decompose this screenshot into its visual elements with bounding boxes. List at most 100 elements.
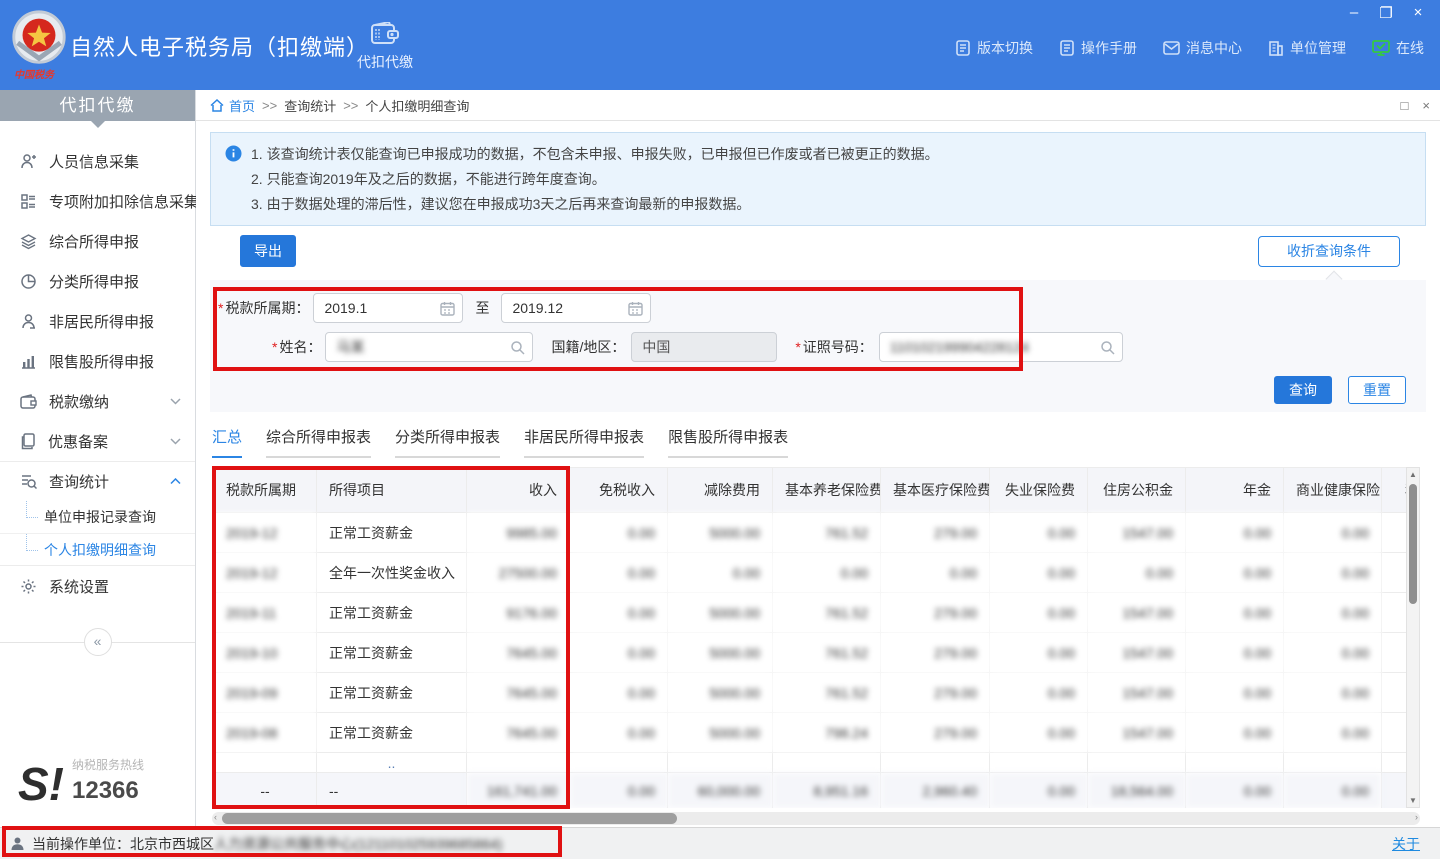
sidebar-item-special-deduction[interactable]: 专项附加扣除信息采集 [0,181,195,221]
notice-line: 1. 该查询统计表仅能查询已申报成功的数据，不包含未申报、申报失败，已申报但已作… [251,144,939,164]
report-tabs: 汇总 综合所得申报表 分类所得申报表 非居民所得申报表 限售股所得申报表 [212,426,788,458]
collapse-query-button[interactable]: 收折查询条件 [1258,236,1400,267]
scroll-right-icon[interactable]: › [1415,812,1418,822]
gear-icon [20,578,37,595]
table-cell: 7645.00 [467,713,570,753]
table-cell: 279.00 [881,713,990,753]
scroll-left-icon[interactable]: ‹ [214,812,217,822]
breadcrumb-home-label: 首页 [229,96,255,115]
table-cell [1088,753,1186,773]
close-button[interactable]: × [1410,4,1426,22]
tab-restricted-shares[interactable]: 限售股所得申报表 [668,426,788,458]
search-list-icon [20,473,37,490]
user-icon [10,836,25,851]
table-cell: 761.52 [773,673,881,713]
breadcrumb-home[interactable]: 首页 [210,96,255,115]
search-icon[interactable] [1100,340,1115,355]
search-button[interactable]: 查询 [1274,376,1332,404]
about-link[interactable]: 关于 [1392,834,1420,854]
calendar-icon[interactable] [628,301,643,316]
vertical-scrollbar[interactable]: ▲ ▼ [1406,467,1420,808]
table-cell: 0.00 [881,553,990,593]
table-cell: 0.00 [990,713,1088,753]
app-title: 自然人电子税务局（扣缴端） [70,30,369,62]
table-cell: 1547.00 [1088,513,1186,553]
copy-icon [20,433,36,450]
sidebar-subitem-personal-withholding-query[interactable]: 个人扣缴明细查询 [0,533,195,565]
sidebar-item-classified-income[interactable]: 分类所得申报 [0,261,195,301]
menu-message-center[interactable]: 消息中心 [1163,38,1242,58]
person-add-icon [20,153,37,170]
scroll-up-icon[interactable]: ▲ [1407,470,1419,479]
online-status[interactable]: 在线 [1372,38,1424,58]
tab-classified-income[interactable]: 分类所得申报表 [395,426,500,458]
sidebar-item-label: 分类所得申报 [49,271,181,292]
table-cell: 0.00 [570,633,668,673]
period-to-input[interactable]: 2019.12 [501,293,651,323]
vertical-scroll-thumb[interactable] [1409,484,1417,604]
period-from-input[interactable]: 2019.1 [313,293,463,323]
sidebar-subitem-unit-declaration-query[interactable]: 单位申报记录查询 [0,501,195,533]
sidebar-collapse-button[interactable]: « [84,628,112,656]
table-cell: 761.52 [773,513,881,553]
table-row: .. [214,753,1407,773]
sidebar-item-label: 限售股所得申报 [49,351,181,372]
minimize-button[interactable]: – [1346,4,1362,22]
sidebar-item-comprehensive-income[interactable]: 综合所得申报 [0,221,195,261]
table-cell [1382,593,1407,633]
reset-button[interactable]: 重置 [1348,376,1406,404]
table-cell: 279.00 [881,673,990,713]
table-cell: 279.00 [881,513,990,553]
tab-withholding-module[interactable]: 代扣代缴 [345,14,425,80]
tab-summary[interactable]: 汇总 [212,426,242,458]
sidebar-item-preferential-filing[interactable]: 优惠备案 [0,421,195,461]
restore-button[interactable]: ❐ [1378,4,1394,22]
top-menu: 版本切换 操作手册 消息中心 单位管理 在线 [955,38,1424,58]
table-total-row: ----161,741.000.0060,000.008,951.162,960… [214,773,1407,809]
table-row: 2019-08正常工资薪金7645.000.005000.00798.24279… [214,713,1407,753]
menu-label: 单位管理 [1290,38,1346,58]
name-input[interactable]: 马某 [325,332,533,362]
sidebar-item-label: 非居民所得申报 [49,311,181,332]
horizontal-scroll-thumb[interactable] [222,813,677,824]
sidebar-item-restricted-shares[interactable]: 限售股所得申报 [0,341,195,381]
menu-label: 版本切换 [977,38,1033,58]
table-cell: 0.00 [1284,553,1382,593]
column-header: 税款所属期 [214,468,317,513]
period-label: *税款所属期： [218,298,309,318]
sidebar-item-query-statistics[interactable]: 查询统计 [0,461,195,501]
column-header: 失业保险费 [990,468,1088,513]
panel-maximize-button[interactable]: □ [1401,98,1409,113]
export-button[interactable]: 导出 [240,235,296,267]
name-label: *姓名： [272,337,321,357]
table-cell: 27500.00 [467,553,570,593]
table-cell: 0.00 [1284,773,1382,809]
period-from-value: 2019.1 [324,300,367,316]
table-cell: 0.00 [1088,553,1186,593]
sidebar-item-label: 税款缴纳 [49,391,158,412]
panel-close-button[interactable]: × [1422,98,1430,113]
tab-comprehensive-income[interactable]: 综合所得申报表 [266,426,371,458]
table-cell: 0.00 [1284,593,1382,633]
table-cell: 0.00 [990,633,1088,673]
sidebar-item-label: 综合所得申报 [49,231,181,252]
menu-manual[interactable]: 操作手册 [1059,38,1137,58]
tab-nonresident-income[interactable]: 非居民所得申报表 [524,426,644,458]
search-icon[interactable] [510,340,525,355]
sidebar-item-system-settings[interactable]: 系统设置 [0,566,195,606]
horizontal-scrollbar[interactable]: ‹ › [212,812,1420,825]
sidebar-item-nonresident-income[interactable]: 非居民所得申报 [0,301,195,341]
id-number-input[interactable]: 110102199904228124 [879,332,1123,362]
sidebar-item-personnel-info[interactable]: 人员信息采集 [0,141,195,181]
table-cell: 正常工资薪金 [317,593,467,633]
wallet-icon [20,394,37,409]
sidebar-item-tax-payment[interactable]: 税款缴纳 [0,381,195,421]
calendar-icon[interactable] [440,301,455,316]
sidebar-item-label: 优惠备案 [48,431,158,452]
layers-icon [20,233,37,250]
menu-unit-management[interactable]: 单位管理 [1268,38,1346,58]
scroll-down-icon[interactable]: ▼ [1407,796,1419,805]
column-header: 年金 [1186,468,1284,513]
menu-version-switch[interactable]: 版本切换 [955,38,1033,58]
query-statistics-submenu: 单位申报记录查询 个人扣缴明细查询 [0,501,195,566]
